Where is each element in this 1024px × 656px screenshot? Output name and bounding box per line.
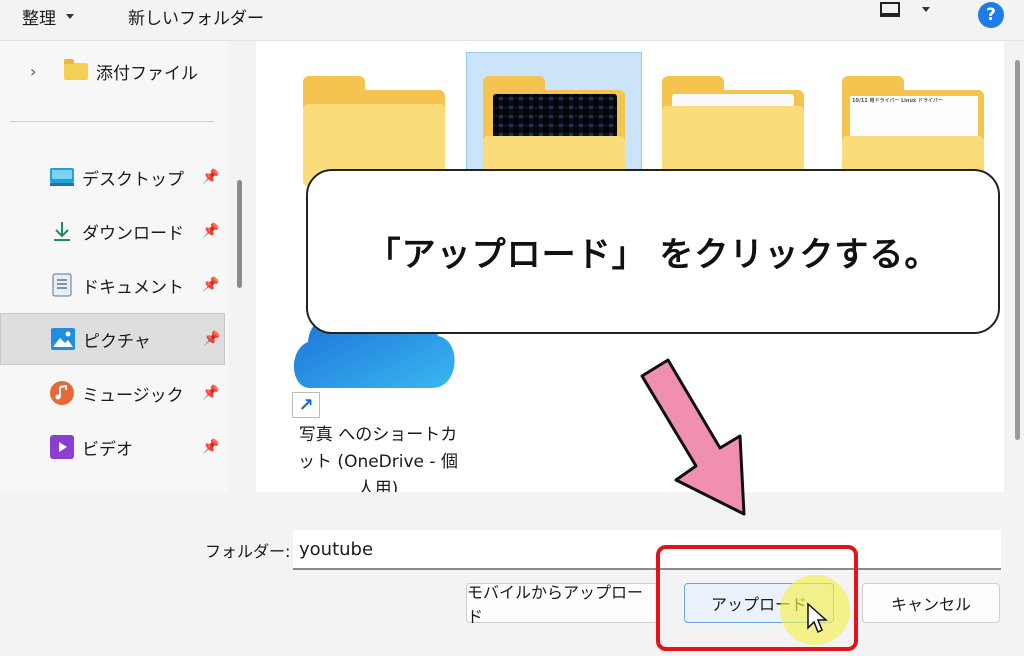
sidebar-item-label: ダウンロード bbox=[82, 223, 184, 244]
dialog-footer bbox=[0, 492, 1024, 656]
folder-name-input[interactable] bbox=[293, 530, 1001, 570]
toolbar: 整理 新しいフォルダー ? bbox=[0, 0, 1024, 41]
sidebar-item-label: ピクチャ bbox=[83, 331, 151, 352]
pin-icon[interactable]: 📌 bbox=[202, 385, 219, 401]
main-scrollbar[interactable] bbox=[1015, 60, 1020, 440]
desktop-icon bbox=[50, 166, 74, 188]
documents-icon bbox=[50, 273, 74, 297]
organize-menu[interactable]: 整理 bbox=[22, 4, 74, 29]
pin-icon[interactable]: 📌 bbox=[202, 169, 219, 185]
sidebar-item-label: 添付ファイル bbox=[96, 63, 198, 84]
sidebar-item-videos[interactable]: ビデオ 📌 bbox=[0, 421, 225, 473]
keyboard-thumbnail-icon bbox=[493, 94, 617, 142]
sidebar-item-label: ビデオ bbox=[82, 439, 133, 460]
sidebar-item-downloads[interactable]: ダウンロード 📌 bbox=[0, 205, 225, 257]
sidebar-item-music[interactable]: ミュージック 📌 bbox=[0, 367, 225, 419]
pin-icon[interactable]: 📌 bbox=[203, 331, 220, 347]
chevron-right-icon[interactable]: › bbox=[30, 62, 36, 81]
chevron-down-icon bbox=[922, 7, 930, 12]
instruction-callout: 「アップロード」 をクリックする。 bbox=[306, 169, 1000, 334]
sidebar-item-attachments[interactable]: › 添付ファイル bbox=[0, 51, 228, 91]
preview-heading: Linux ドライバー bbox=[900, 98, 943, 104]
chevron-down-icon bbox=[66, 14, 74, 19]
sidebar-item-label: ドキュメント bbox=[82, 277, 184, 298]
pin-icon[interactable]: 📌 bbox=[202, 439, 219, 455]
upload-from-mobile-button[interactable]: モバイルからアップロード bbox=[466, 583, 658, 626]
shortcut-label[interactable]: 写真 へのショートカット (OneDrive - 個人用) bbox=[292, 422, 464, 503]
cancel-button[interactable]: キャンセル bbox=[862, 583, 1000, 623]
sidebar-scrollbar[interactable] bbox=[237, 180, 242, 288]
folder-icon bbox=[64, 58, 88, 80]
arrow-down-right-icon bbox=[640, 358, 746, 516]
sidebar-item-label: ミュージック bbox=[82, 385, 184, 406]
video-icon bbox=[50, 435, 74, 459]
sidebar-item-desktop[interactable]: デスクトップ 📌 bbox=[0, 151, 225, 203]
sidebar-item-documents[interactable]: ドキュメント 📌 bbox=[0, 259, 225, 311]
view-menu[interactable] bbox=[880, 2, 930, 17]
pin-icon[interactable]: 📌 bbox=[202, 277, 219, 293]
divider bbox=[10, 121, 214, 122]
new-folder-button[interactable]: 新しいフォルダー bbox=[128, 4, 264, 29]
folder-label: フォルダー: bbox=[205, 542, 291, 561]
preview-heading: 10/11 用ドライバー bbox=[852, 98, 900, 104]
organize-label: 整理 bbox=[22, 9, 56, 29]
pin-icon[interactable]: 📌 bbox=[202, 223, 219, 239]
help-icon[interactable]: ? bbox=[978, 2, 1004, 28]
sidebar-item-pictures[interactable]: ピクチャ 📌 bbox=[0, 313, 225, 365]
callout-text: 「アップロード」 をクリックする。 bbox=[366, 235, 940, 275]
view-icon bbox=[880, 2, 900, 17]
download-icon bbox=[50, 220, 74, 242]
music-icon bbox=[50, 381, 74, 405]
pictures-icon bbox=[51, 328, 75, 350]
mouse-pointer-icon bbox=[807, 602, 828, 634]
navigation-pane: › 添付ファイル デスクトップ 📌 ダウンロード 📌 ドキュメント 📌 ピクチャ… bbox=[0, 41, 228, 492]
sidebar-item-label: デスクトップ bbox=[82, 169, 184, 190]
shortcut-arrow-icon: ↗ bbox=[292, 392, 320, 418]
